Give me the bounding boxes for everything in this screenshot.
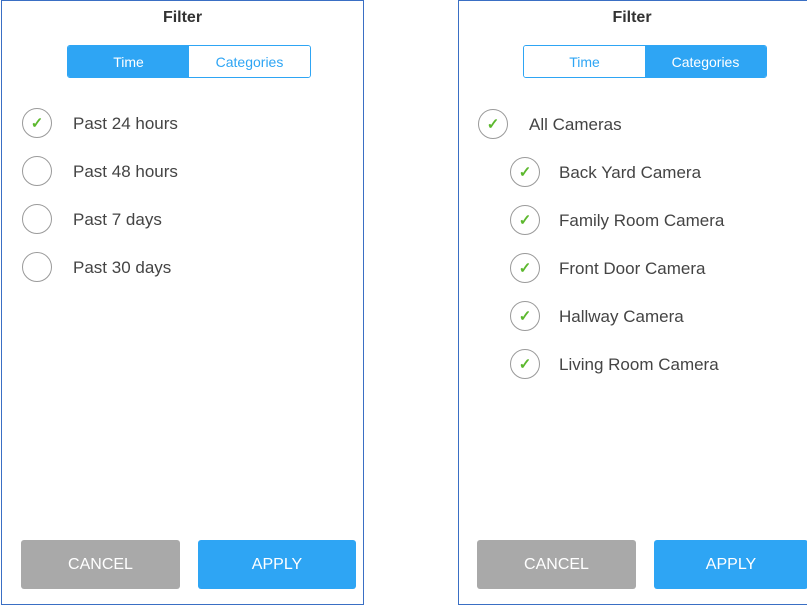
check-icon: ✓ [518, 163, 532, 181]
filter-title: Filter [162, 9, 203, 26]
check-icon: ✓ [518, 211, 532, 229]
option-label: Past 7 days [73, 210, 162, 229]
apply-button[interactable]: APPLY [654, 540, 807, 589]
checkbox-circle[interactable]: ✓ [510, 205, 540, 235]
radio-circle[interactable] [22, 252, 52, 282]
option-label: Past 48 hours [73, 162, 178, 181]
option-label: Front Door Camera [559, 259, 706, 278]
checkbox-circle[interactable]: ✓ [510, 301, 540, 331]
option-label: Past 30 days [73, 258, 172, 277]
option-hallway-camera[interactable]: ✓ Hallway Camera [510, 301, 800, 333]
option-label: Family Room Camera [559, 211, 725, 230]
tab-time[interactable]: Time [68, 46, 189, 77]
option-past-7-days[interactable]: Past 7 days [22, 204, 342, 236]
option-past-30-days[interactable]: Past 30 days [22, 252, 342, 284]
cancel-button[interactable]: CANCEL [21, 540, 180, 589]
apply-button[interactable]: APPLY [198, 540, 356, 589]
filter-title: Filter [612, 9, 652, 26]
check-icon: ✓ [518, 307, 532, 325]
option-back-yard-camera[interactable]: ✓ Back Yard Camera [510, 157, 800, 189]
check-icon: ✓ [30, 114, 44, 132]
option-label: Back Yard Camera [559, 163, 702, 182]
radio-circle[interactable]: ✓ [22, 108, 52, 138]
checkbox-circle[interactable]: ✓ [478, 109, 508, 139]
option-all-cameras[interactable]: ✓ All Cameras [478, 109, 778, 141]
filter-segmented-control: Time Categories [67, 45, 311, 78]
filter-panel-time: Filter Time Categories ✓ Past 24 hours P… [1, 0, 364, 605]
option-living-room-camera[interactable]: ✓ Living Room Camera [510, 349, 800, 381]
checkbox-circle[interactable]: ✓ [510, 157, 540, 187]
radio-circle[interactable] [22, 204, 52, 234]
check-icon: ✓ [518, 259, 532, 277]
check-icon: ✓ [486, 115, 500, 133]
option-label: Hallway Camera [559, 307, 684, 326]
check-icon: ✓ [518, 355, 532, 373]
tab-time[interactable]: Time [524, 46, 645, 77]
filter-panel-categories: Filter Time Categories ✓ All Cameras ✓ B… [458, 0, 807, 605]
tab-categories[interactable]: Categories [645, 46, 766, 77]
option-front-door-camera[interactable]: ✓ Front Door Camera [510, 253, 800, 285]
checkbox-circle[interactable]: ✓ [510, 349, 540, 379]
option-label: Living Room Camera [559, 355, 719, 374]
option-label: Past 24 hours [73, 114, 178, 133]
filter-segmented-control: Time Categories [523, 45, 767, 78]
cancel-button[interactable]: CANCEL [477, 540, 636, 589]
option-past-48-hours[interactable]: Past 48 hours [22, 156, 342, 188]
radio-circle[interactable] [22, 156, 52, 186]
tab-categories[interactable]: Categories [189, 46, 310, 77]
option-past-24-hours[interactable]: ✓ Past 24 hours [22, 108, 342, 140]
option-family-room-camera[interactable]: ✓ Family Room Camera [510, 205, 800, 237]
checkbox-circle[interactable]: ✓ [510, 253, 540, 283]
option-label: All Cameras [529, 115, 622, 134]
